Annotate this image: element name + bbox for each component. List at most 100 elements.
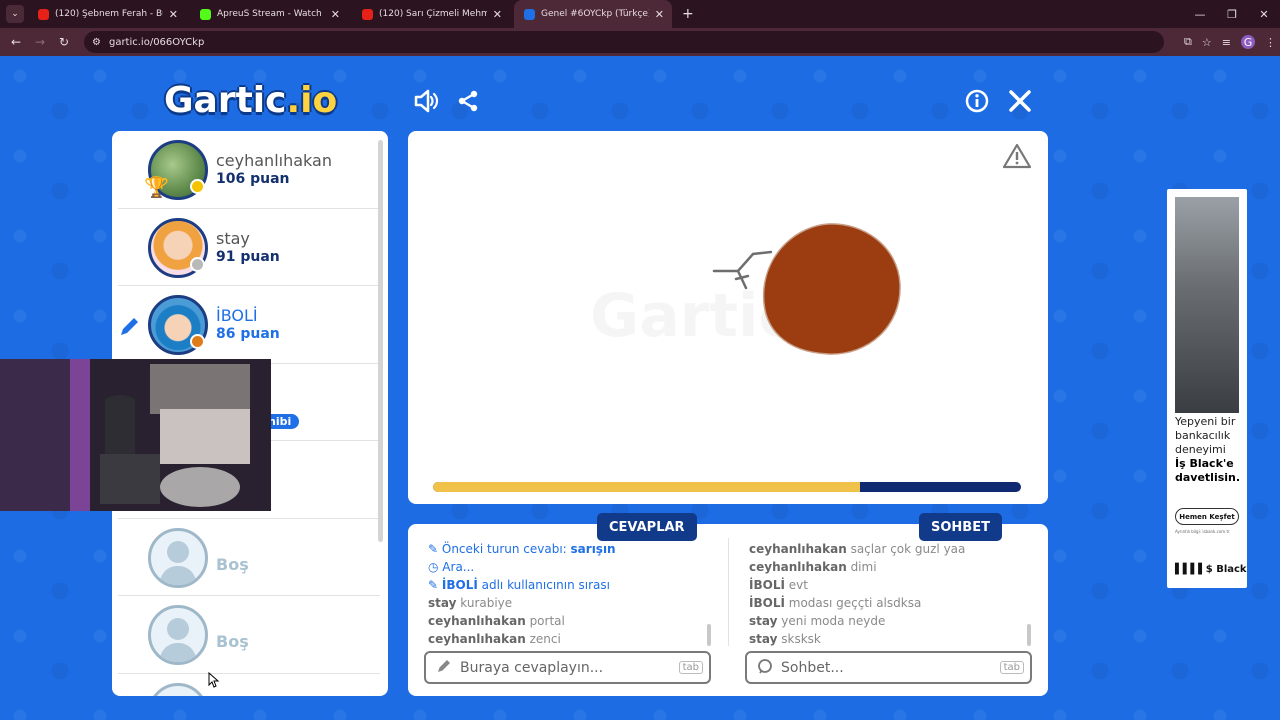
share-icon[interactable] bbox=[457, 90, 479, 118]
close-game-icon[interactable] bbox=[1008, 89, 1032, 119]
chat-placeholder: Sohbet... bbox=[781, 659, 844, 676]
player-name: ceyhanlıhakan bbox=[216, 151, 332, 170]
ad-image bbox=[1175, 197, 1239, 413]
minimize-icon[interactable]: — bbox=[1184, 8, 1216, 21]
message-user: ceyhanlıhakan bbox=[749, 542, 847, 556]
browser-addressbar: ← → ↻ ⚙ gartic.io/066OYCkp ⧉ ☆ ≡ G ⋮ bbox=[0, 28, 1280, 56]
ad-line2: İş Black'e davetlisin. bbox=[1175, 457, 1241, 484]
message-user: stay bbox=[749, 614, 778, 628]
list-item: ✎ Önceki turun cevabı: sarışın bbox=[428, 540, 718, 558]
drawing-canvas[interactable]: Gartic bbox=[408, 131, 1048, 504]
timer-progress-bar bbox=[433, 482, 1021, 492]
restore-icon[interactable]: ❐ bbox=[1216, 8, 1248, 21]
youtube-icon bbox=[38, 8, 49, 20]
list-item: ◷ Ara... bbox=[428, 558, 718, 576]
message-user: ceyhanlıhakan bbox=[749, 560, 847, 574]
browser-tab[interactable]: (120) Sarı Çizmeli Mehmet Ağa ✕ bbox=[352, 0, 510, 28]
list-item: ceyhanlıhakan portal bbox=[428, 612, 718, 630]
close-tab-icon[interactable]: ✕ bbox=[493, 8, 502, 21]
site-info-icon[interactable]: ⚙ bbox=[92, 37, 101, 48]
menu-icon[interactable]: ⋮ bbox=[1265, 36, 1276, 49]
close-tab-icon[interactable]: ✕ bbox=[331, 8, 340, 21]
message-text: modası geççti alsdksa bbox=[784, 596, 922, 610]
message-text: kurabiye bbox=[456, 596, 513, 610]
advertisement[interactable]: Yepyeni bir bankacılık deneyimi İş Black… bbox=[1167, 189, 1247, 588]
report-warning-icon[interactable] bbox=[1002, 143, 1032, 173]
message-text: saçlar çok guzl yaa bbox=[846, 542, 966, 556]
chat-list: ceyhanlıhakan saçlar çok guzl yaa ceyhan… bbox=[749, 540, 1039, 648]
tab-title: (120) Sarı Çizmeli Mehmet Ağa bbox=[379, 9, 487, 19]
list-item: stay sksksk bbox=[749, 630, 1039, 648]
new-tab-icon[interactable]: + bbox=[682, 6, 694, 22]
close-window-icon[interactable]: ✕ bbox=[1248, 8, 1280, 21]
close-tab-icon[interactable]: ✕ bbox=[169, 8, 178, 21]
forward-icon[interactable]: → bbox=[28, 35, 52, 49]
chat-panel: CEVAPLAR SOHBET ✎ Önceki turun cevabı: s… bbox=[408, 513, 1048, 696]
browser-tab[interactable]: ApreuS Stream - Watch Live on Kick ✕ bbox=[190, 0, 348, 28]
back-icon[interactable]: ← bbox=[4, 35, 28, 49]
ad-brand-text: Black bbox=[1216, 564, 1247, 575]
message-user: İBOLİ bbox=[749, 578, 785, 592]
pencil-icon bbox=[436, 658, 452, 678]
message-text: sksksk bbox=[777, 632, 821, 646]
empty-slot[interactable]: Boş bbox=[118, 596, 380, 674]
chat-scrollbar[interactable] bbox=[1027, 624, 1031, 646]
player-row[interactable]: stay 91 puan bbox=[118, 209, 380, 286]
browser-tab[interactable]: (120) Şebnem Ferah - Bu Aşk Fazla Sana ✕ bbox=[28, 0, 186, 28]
sound-icon[interactable] bbox=[413, 88, 439, 120]
message-text: dimi bbox=[846, 560, 877, 574]
clock-icon: ◷ bbox=[428, 560, 443, 574]
logo-suffix: .io bbox=[286, 80, 338, 121]
empty-slot[interactable] bbox=[118, 674, 380, 696]
install-icon[interactable]: ⧉ bbox=[1184, 35, 1192, 49]
message-user: stay bbox=[428, 596, 457, 610]
message-user: ceyhanlıhakan bbox=[428, 632, 526, 646]
info-icon[interactable] bbox=[965, 89, 989, 119]
bookmark-star-icon[interactable]: ☆ bbox=[1202, 36, 1212, 49]
player-score: 106 puan bbox=[216, 171, 290, 187]
kick-icon bbox=[200, 8, 211, 20]
chat-tab[interactable]: SOHBET bbox=[919, 513, 1002, 541]
tab-search-icon[interactable]: ⌄ bbox=[6, 5, 24, 23]
list-item: İBOLİ modası geççti alsdksa bbox=[749, 594, 1039, 612]
browser-tab-active[interactable]: Genel #6OYCkp (Türkçe) - Gartic.io ✕ bbox=[514, 0, 672, 28]
tab-title: ApreuS Stream - Watch Live on Kick bbox=[217, 9, 325, 19]
browser-tabbar: ⌄ (120) Şebnem Ferah - Bu Aşk Fazla Sana… bbox=[0, 0, 1280, 28]
reload-icon[interactable]: ↻ bbox=[52, 35, 76, 49]
previous-answer: sarışın bbox=[570, 542, 616, 556]
gartic-icon bbox=[524, 8, 535, 20]
answers-scrollbar[interactable] bbox=[707, 624, 711, 646]
system-message: Ara... bbox=[442, 560, 475, 574]
players-scrollbar[interactable] bbox=[378, 140, 383, 542]
window-controls: — ❐ ✕ bbox=[1184, 0, 1280, 28]
answers-list: ✎ Önceki turun cevabı: sarışın ◷ Ara... … bbox=[428, 540, 718, 648]
profile-avatar[interactable]: G bbox=[1240, 35, 1255, 49]
pencil-icon bbox=[118, 314, 142, 342]
chat-bubble-icon bbox=[757, 658, 773, 678]
list-item: ceyhanlıhakan zenci bbox=[428, 630, 718, 648]
message-user: İBOLİ bbox=[749, 596, 785, 610]
chat-input[interactable]: Sohbet... tab bbox=[745, 651, 1032, 684]
media-icon[interactable]: ≡ bbox=[1222, 36, 1231, 49]
empty-slot[interactable]: Boş bbox=[118, 519, 380, 596]
logo-text: Gartic bbox=[164, 80, 287, 121]
url-field[interactable]: ⚙ gartic.io/066OYCkp bbox=[84, 31, 1164, 53]
answer-input[interactable]: Buraya cevaplayın... tab bbox=[424, 651, 711, 684]
gartic-logo[interactable]: Gartic.io bbox=[164, 80, 337, 121]
message-text: adlı kullanıcının sırası bbox=[477, 578, 610, 592]
list-item: ceyhanlıhakan saçlar çok guzl yaa bbox=[749, 540, 1039, 558]
answers-tab[interactable]: CEVAPLAR bbox=[597, 513, 697, 541]
player-name: stay bbox=[216, 228, 250, 248]
close-tab-icon[interactable]: ✕ bbox=[655, 8, 664, 21]
empty-avatar-icon bbox=[148, 605, 208, 665]
timer-progress-fill bbox=[433, 482, 863, 492]
player-row-drawing[interactable]: İBOLİ 86 puan bbox=[118, 286, 380, 364]
ad-brand-logo: ▌▌▌▌$ Black bbox=[1175, 564, 1247, 575]
ad-cta-button[interactable]: Hemen Keşfet bbox=[1175, 508, 1239, 525]
url-text: gartic.io/066OYCkp bbox=[108, 36, 205, 48]
list-item: stay yeni moda neyde bbox=[749, 612, 1039, 630]
list-item: ceyhanlıhakan dimi bbox=[749, 558, 1039, 576]
player-name: İBOLİ bbox=[216, 306, 258, 325]
message-text: evt bbox=[784, 578, 808, 592]
player-row[interactable]: 🏆 ceyhanlıhakan 106 puan bbox=[118, 131, 380, 209]
